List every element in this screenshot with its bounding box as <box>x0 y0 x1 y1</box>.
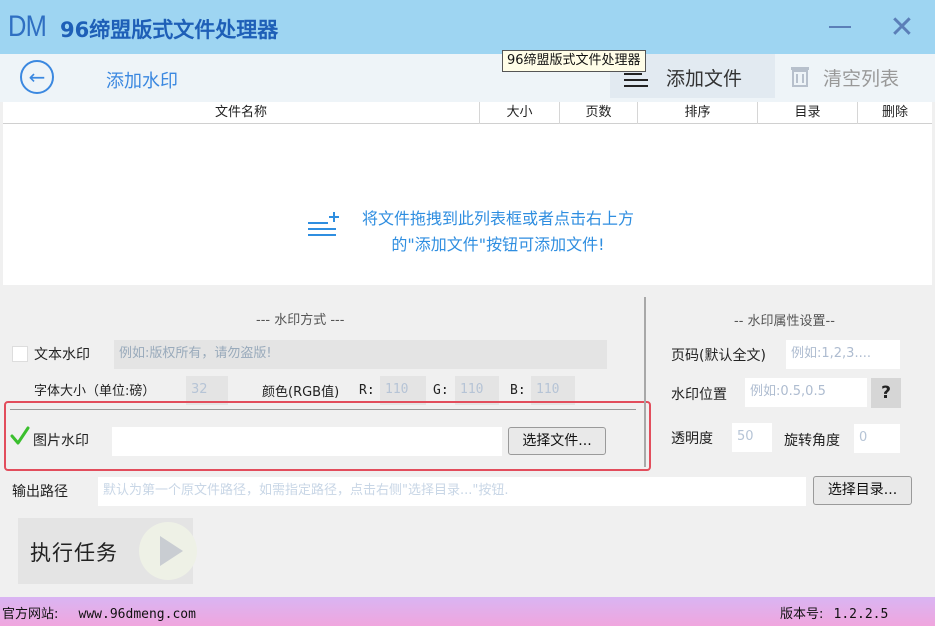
watermark-mode-heading: --- 水印方式 --- <box>256 313 345 328</box>
column-header-pages[interactable]: 页数 <box>560 102 638 124</box>
version-value: 1.2.2.5 <box>833 607 889 622</box>
column-header-order[interactable]: 排序 <box>638 102 758 124</box>
choose-file-button[interactable]: 选择文件... <box>508 427 606 455</box>
status-bar: 官方网站: www.96dmeng.com 版本号: 1.2.2.5 <box>0 597 935 626</box>
play-icon <box>139 522 197 580</box>
clear-list-button[interactable]: 清空列表 <box>776 54 935 98</box>
g-label: G: <box>433 383 449 398</box>
version-info: 版本号: 1.2.2.5 <box>780 603 888 622</box>
website-label: 官方网站: <box>2 607 59 622</box>
column-header-directory[interactable]: 目录 <box>758 102 858 124</box>
column-header-filename[interactable]: 文件名称 <box>3 102 480 124</box>
position-label: 水印位置 <box>671 387 727 403</box>
website-link[interactable]: www.96dmeng.com <box>79 607 196 622</box>
file-list[interactable]: 将文件拖拽到此列表框或者点击右上方 的"添加文件"按钮可添加文件! <box>3 124 932 285</box>
website-info: 官方网站: www.96dmeng.com <box>2 603 196 622</box>
app-title: 96缔盟版式文件处理器 <box>60 18 279 42</box>
add-list-icon <box>308 212 339 236</box>
choose-directory-button[interactable]: 选择目录... <box>813 476 912 505</box>
page-number-label: 页码(默认全文) <box>671 348 766 364</box>
output-path-input[interactable]: 默认为第一个原文件路径，如需指定路径，点击右侧"选择目录..."按钮. <box>98 477 806 506</box>
run-task-label: 执行任务 <box>30 541 118 565</box>
version-label: 版本号: <box>780 607 824 622</box>
file-table-header: 文件名称 大小 页数 排序 目录 删除 <box>3 102 932 124</box>
divider <box>10 409 636 410</box>
empty-hint-line-1: 将文件拖拽到此列表框或者点击右上方 <box>361 209 634 228</box>
text-watermark-checkbox[interactable] <box>12 346 28 362</box>
clear-list-label: 清空列表 <box>823 68 900 90</box>
opacity-input[interactable]: 50 <box>732 423 772 452</box>
trash-icon <box>791 67 809 87</box>
minimize-button[interactable] <box>810 0 870 54</box>
color-label: 颜色(RGB值) <box>262 385 340 400</box>
title-bar: DM 96缔盟版式文件处理器 ✕ <box>0 0 935 54</box>
run-task-button[interactable]: 执行任务 <box>18 518 197 584</box>
arrow-left-icon: ← <box>28 65 46 89</box>
title-tooltip: 96缔盟版式文件处理器 <box>502 50 646 72</box>
section-title: 添加水印 <box>106 71 178 92</box>
help-button[interactable]: ? <box>871 378 901 408</box>
checkmark-icon[interactable] <box>10 426 30 446</box>
toolbar: ← 添加水印 添加文件 清空列表 <box>0 54 935 102</box>
text-watermark-label: 文本水印 <box>34 347 90 363</box>
position-input[interactable]: 例如:0.5,0.5 <box>745 378 867 407</box>
section-divider <box>644 297 646 467</box>
rotation-input[interactable]: 0 <box>854 424 900 453</box>
add-file-label: 添加文件 <box>666 68 743 90</box>
back-button[interactable]: ← <box>20 60 54 94</box>
watermark-props-heading: -- 水印属性设置-- <box>734 314 835 329</box>
b-label: B: <box>510 383 526 398</box>
image-watermark-label: 图片水印 <box>33 433 89 449</box>
rotation-label: 旋转角度 <box>784 433 840 449</box>
image-path-input[interactable] <box>112 427 502 456</box>
close-button[interactable]: ✕ <box>872 0 932 54</box>
text-watermark-input[interactable]: 例如:版权所有，请勿盗版! <box>114 340 607 369</box>
page-number-input[interactable]: 例如:1,2,3.... <box>786 340 900 369</box>
opacity-label: 透明度 <box>671 431 713 447</box>
column-header-size[interactable]: 大小 <box>480 102 560 124</box>
column-header-delete[interactable]: 删除 <box>858 102 932 124</box>
empty-hint-line-2: 的"添加文件"按钮可添加文件! <box>391 235 605 254</box>
app-logo: DM <box>8 10 47 43</box>
font-size-label: 字体大小（单位:磅） <box>34 384 156 399</box>
empty-list-hint: 将文件拖拽到此列表框或者点击右上方 的"添加文件"按钮可添加文件! <box>343 206 653 258</box>
output-path-label: 输出路径 <box>12 484 68 500</box>
r-label: R: <box>359 383 375 398</box>
